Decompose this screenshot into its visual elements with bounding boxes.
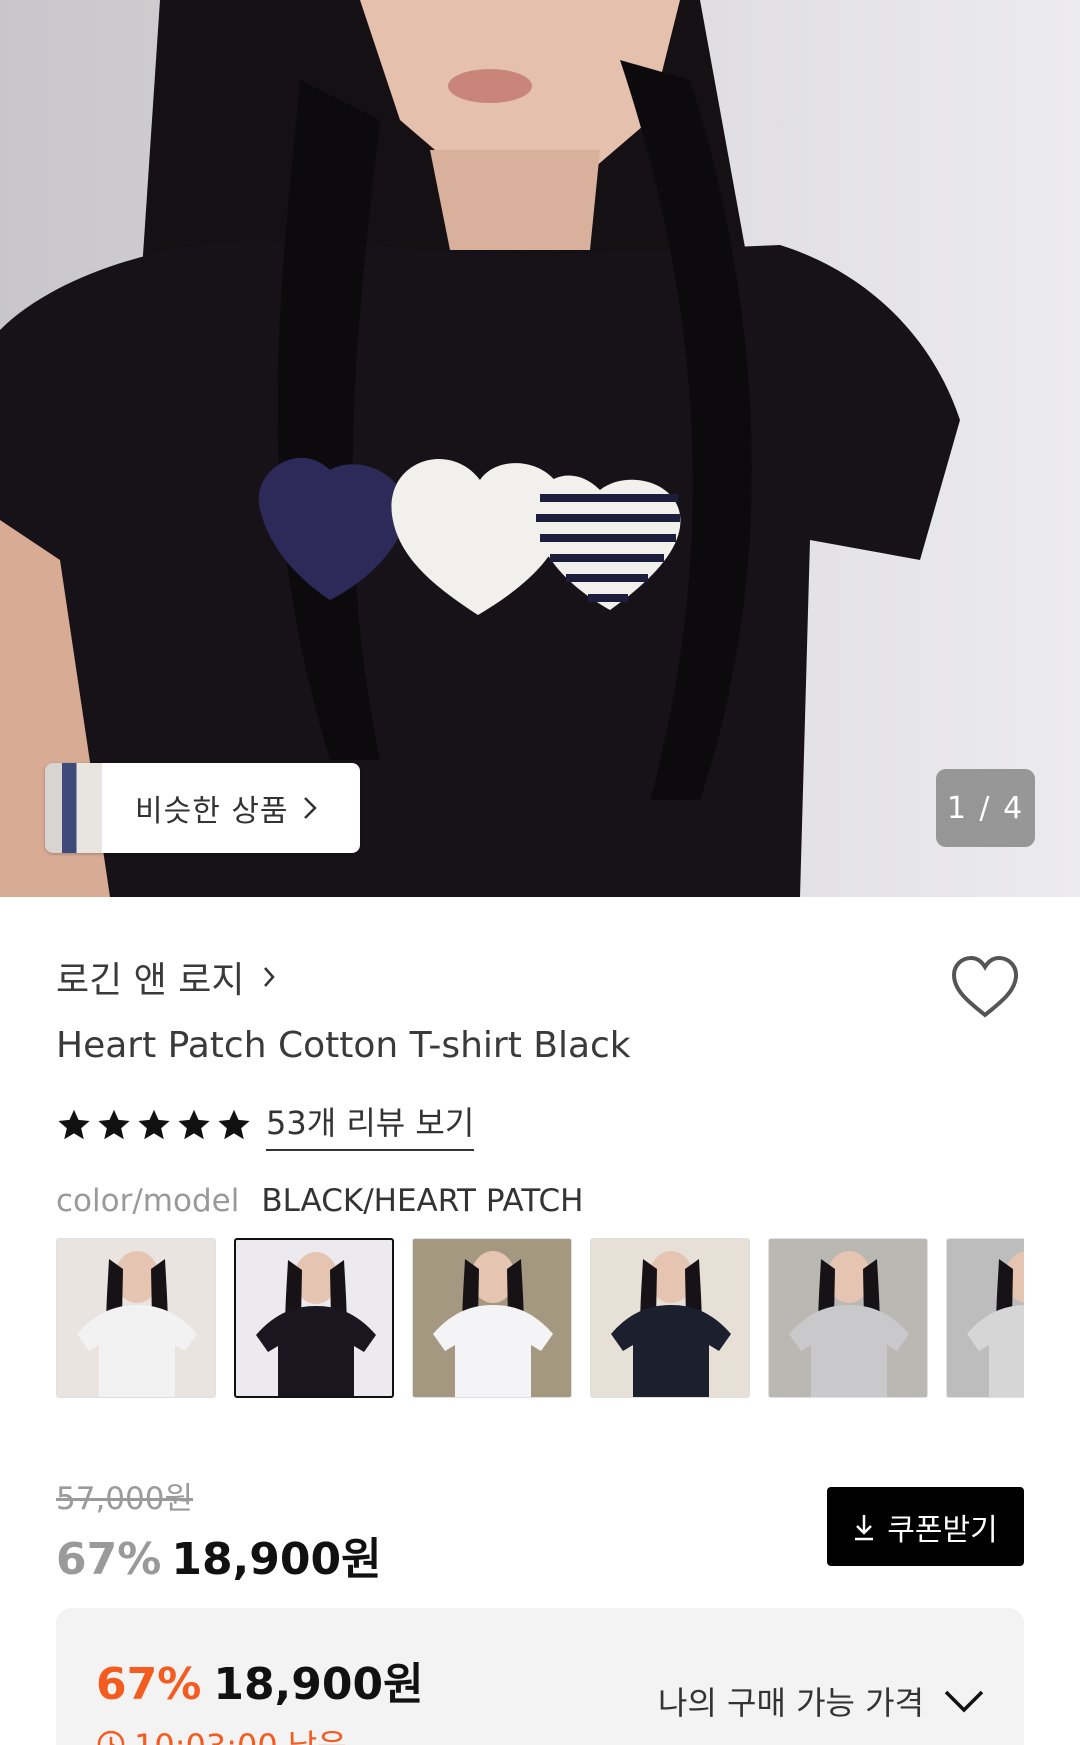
thumbnail-image — [789, 1251, 909, 1397]
option-row: color/model BLACK/HEART PATCH — [56, 1183, 583, 1219]
brand-name: 로긴 앤 로지 — [56, 960, 245, 1001]
star-icon — [138, 1109, 170, 1139]
star-rating — [56, 1107, 252, 1143]
similar-products-thumbnail — [45, 763, 102, 853]
star-icon — [218, 1109, 250, 1139]
sale-price: 18,900원 — [171, 1534, 382, 1585]
chevron-right-icon — [263, 967, 275, 987]
color-option-thumbnail[interactable] — [768, 1238, 928, 1398]
thumbnail-image — [967, 1251, 1024, 1397]
countdown-timer: 10:03:00 남음 — [96, 1721, 347, 1745]
review-link[interactable]: 53개 리뷰 보기 — [266, 1098, 475, 1151]
chevron-down-icon — [944, 1690, 984, 1713]
product-name: Heart Patch Cotton T-shirt Black — [56, 1025, 631, 1066]
color-option-thumbnails: 품 — [56, 1238, 1024, 1400]
similar-products-text: 비슷한 상품 — [135, 794, 289, 829]
star-icon — [58, 1109, 90, 1139]
sale-price-row: 67% 18,900원 — [56, 1523, 382, 1587]
my-price-label: 나의 구매 가능 가격 — [658, 1684, 925, 1722]
thumbnail-image — [611, 1251, 731, 1397]
my-price-panel[interactable]: 67% 18,900원 나의 구매 가능 가격 10:03:00 남음 — [56, 1608, 1024, 1745]
my-price-value: 18,900원 — [213, 1659, 424, 1710]
my-discount-percent: 67% — [96, 1659, 202, 1710]
chevron-right-icon — [303, 797, 317, 819]
coupon-button-label: 쿠폰받기 — [887, 1512, 998, 1548]
option-value: BLACK/HEART PATCH — [261, 1183, 584, 1219]
similar-products-label: 비슷한 상품 — [102, 763, 360, 853]
star-icon — [178, 1109, 210, 1139]
thumbnail-image — [77, 1251, 197, 1397]
brand-link[interactable]: 로긴 앤 로지 — [56, 951, 275, 1003]
rating-row: 53개 리뷰 보기 — [56, 1098, 475, 1151]
color-option-thumbnail-selected[interactable] — [234, 1238, 394, 1398]
image-counter: 1 / 4 — [936, 769, 1035, 847]
option-key: color/model — [56, 1183, 240, 1219]
star-icon — [98, 1109, 130, 1139]
original-price: 57,000원 — [56, 1481, 193, 1517]
heart-outline-icon[interactable] — [950, 955, 1020, 1019]
similar-products-button[interactable]: 비슷한 상품 — [45, 763, 360, 853]
download-icon — [855, 1514, 874, 1540]
my-price-row: 67% 18,900원 — [96, 1648, 424, 1712]
color-option-thumbnail[interactable] — [590, 1238, 750, 1398]
thumbnail-image — [433, 1251, 553, 1397]
thumbnail-image — [256, 1252, 376, 1396]
coupon-download-button[interactable]: 쿠폰받기 — [827, 1487, 1024, 1566]
clock-icon — [97, 1730, 125, 1745]
discount-percent: 67% — [56, 1534, 162, 1585]
more-options-thumbnail[interactable]: 품 — [946, 1238, 1024, 1398]
countdown-text: 10:03:00 남음 — [134, 1721, 347, 1745]
my-price-toggle[interactable]: 나의 구매 가능 가격 — [658, 1678, 984, 1724]
color-option-thumbnail[interactable] — [412, 1238, 572, 1398]
product-image-carousel[interactable]: 비슷한 상품 1 / 4 — [0, 0, 1080, 897]
color-option-thumbnail[interactable] — [56, 1238, 216, 1398]
